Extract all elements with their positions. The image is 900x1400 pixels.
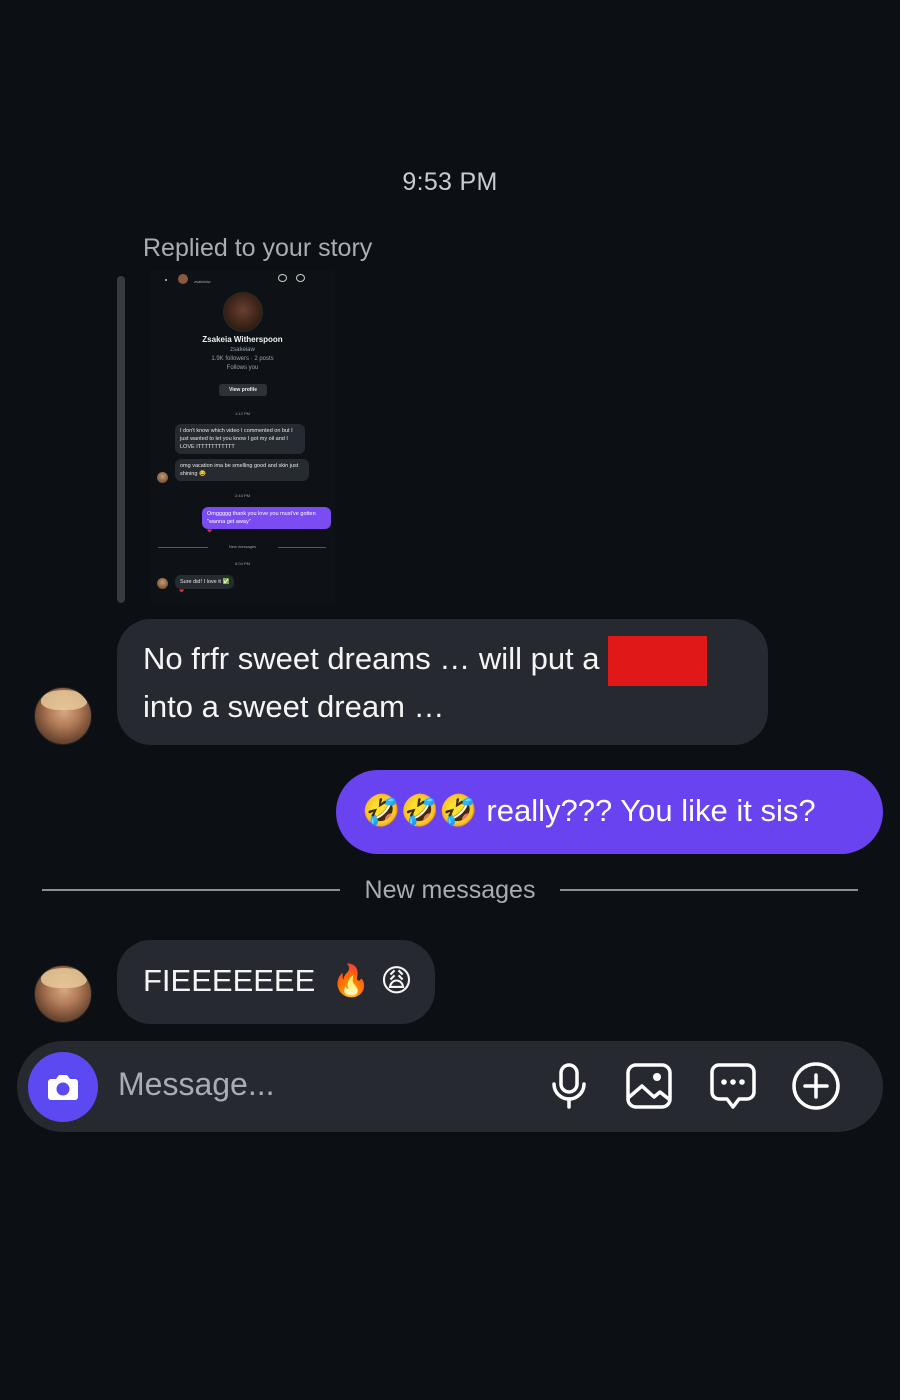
add-button[interactable] xyxy=(791,1061,841,1111)
story-mini-username: zsakeiaw xyxy=(194,279,211,284)
story-mini-avatar xyxy=(178,274,188,284)
story-profile-username: zsakeiaw xyxy=(230,347,255,353)
camera-button[interactable] xyxy=(28,1052,98,1122)
story-profile-stats: 1.9K followers · 2 posts xyxy=(211,356,274,362)
add-icon xyxy=(792,1062,840,1110)
message-text: No frfr sweet dreams … will put a xyxy=(143,641,600,677)
thread-timestamp: 9:53 PM xyxy=(402,168,498,196)
story-message-3: Omggggg thank you love you must've gotte… xyxy=(202,507,331,529)
story-divider-right xyxy=(278,547,326,548)
story-time-3: 6:04 PM xyxy=(235,561,250,566)
story-profile-avatar xyxy=(223,292,263,332)
message-emojis: 🤣🤣🤣 xyxy=(362,793,478,829)
story-profile-name: Zsakeia Witherspoon xyxy=(202,335,283,344)
story-message-4: Sure did! I love it ✅ xyxy=(175,575,235,589)
message-line-2: into a sweet dream … xyxy=(143,689,445,724)
story-reply-indicator xyxy=(117,276,125,603)
microphone-button[interactable] xyxy=(544,1061,594,1111)
story-preview[interactable]: zsakeiaw Zsakeia Witherspoon zsakeiaw 1.… xyxy=(150,270,335,604)
redaction-box xyxy=(608,636,708,686)
message-emojis: 🔥 😩 xyxy=(331,963,413,999)
gallery-button[interactable] xyxy=(624,1061,674,1111)
story-preview-header: zsakeiaw xyxy=(150,270,335,284)
incoming-message-bubble[interactable]: No frfr sweet dreams … will put a into a… xyxy=(117,619,768,745)
story-message-1: I don't know which video I commented on … xyxy=(175,424,305,454)
story-sender-avatar xyxy=(157,472,168,483)
gallery-icon xyxy=(626,1063,672,1109)
camera-icon xyxy=(48,1075,78,1100)
message-input[interactable]: Message... xyxy=(118,1066,275,1103)
message-text: really??? You like it sis? xyxy=(486,793,816,828)
sender-avatar[interactable] xyxy=(34,965,92,1023)
story-reply-label: Replied to your story xyxy=(143,234,373,262)
story-video-icon xyxy=(296,274,305,282)
divider-right xyxy=(560,889,858,891)
story-heart-reaction-2: ❤ xyxy=(179,589,185,595)
story-sender-avatar-2 xyxy=(157,578,168,589)
incoming-message-bubble[interactable]: FIEEEEEEE 🔥 😩 xyxy=(117,940,435,1024)
story-time-1: 1:12 PM xyxy=(235,411,250,416)
outgoing-message-bubble[interactable]: 🤣🤣🤣 really??? You like it sis? xyxy=(336,770,883,854)
sender-avatar[interactable] xyxy=(34,687,92,745)
story-time-2: 2:44 PM xyxy=(235,493,250,498)
story-view-profile-button: View profile xyxy=(219,384,267,396)
sticker-button[interactable] xyxy=(708,1061,758,1111)
message-line-1: No frfr sweet dreams … will put a xyxy=(143,636,742,686)
story-message-2: omg vacation ima be smelling good and sk… xyxy=(175,459,309,481)
story-call-icon xyxy=(278,274,287,282)
microphone-icon xyxy=(552,1063,586,1109)
story-follows-you: Follows you xyxy=(226,365,259,371)
divider-left xyxy=(42,889,340,891)
message-text: FIEEEEEEE xyxy=(143,963,316,998)
story-heart-reaction: ❤ xyxy=(207,529,213,535)
sticker-chat-icon xyxy=(710,1063,756,1109)
new-messages-divider: New messages xyxy=(364,876,536,904)
